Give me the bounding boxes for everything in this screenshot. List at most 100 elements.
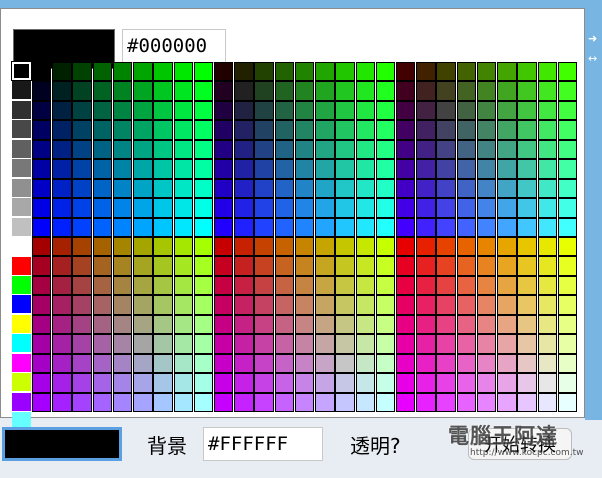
color-swatch[interactable] <box>193 120 214 140</box>
color-swatch[interactable] <box>234 120 254 140</box>
color-swatch[interactable] <box>557 81 578 101</box>
color-swatch[interactable] <box>315 139 335 160</box>
color-swatch[interactable] <box>133 159 153 179</box>
color-swatch[interactable] <box>32 314 52 335</box>
color-swatch[interactable] <box>112 334 133 354</box>
color-swatch[interactable] <box>72 392 92 412</box>
color-swatch[interactable] <box>254 120 274 140</box>
color-swatch[interactable] <box>274 353 295 374</box>
color-swatch[interactable] <box>112 295 133 315</box>
color-swatch[interactable] <box>32 100 52 121</box>
color-swatch[interactable] <box>112 237 133 257</box>
color-swatch[interactable] <box>92 237 113 257</box>
color-swatch[interactable] <box>315 237 335 257</box>
color-swatch[interactable] <box>537 62 557 82</box>
color-swatch[interactable] <box>52 217 72 237</box>
color-swatch[interactable] <box>214 295 234 315</box>
color-swatch[interactable] <box>396 353 416 374</box>
color-swatch[interactable] <box>254 275 274 296</box>
color-swatch[interactable] <box>112 198 133 218</box>
color-swatch[interactable] <box>52 314 72 335</box>
color-swatch[interactable] <box>214 81 234 101</box>
color-swatch[interactable] <box>52 198 72 218</box>
color-swatch[interactable] <box>274 256 295 276</box>
color-swatch[interactable] <box>92 353 113 374</box>
color-swatch[interactable] <box>456 373 477 393</box>
color-swatch[interactable] <box>537 120 557 140</box>
color-swatch[interactable] <box>476 120 497 140</box>
color-swatch[interactable] <box>173 159 193 179</box>
color-swatch[interactable] <box>72 237 92 257</box>
color-swatch[interactable] <box>416 198 436 218</box>
color-swatch[interactable] <box>254 373 274 393</box>
color-swatch[interactable] <box>476 139 497 160</box>
color-swatch[interactable] <box>375 392 396 412</box>
color-swatch[interactable] <box>133 139 153 160</box>
color-swatch[interactable] <box>112 392 133 412</box>
color-swatch[interactable] <box>315 314 335 335</box>
color-swatch[interactable] <box>214 198 234 218</box>
color-swatch[interactable] <box>92 275 113 296</box>
preset-color-swatch[interactable] <box>12 295 31 314</box>
color-swatch[interactable] <box>355 314 375 335</box>
color-swatch[interactable] <box>274 62 295 82</box>
color-swatch[interactable] <box>193 159 214 179</box>
color-swatch[interactable] <box>234 217 254 237</box>
color-swatch[interactable] <box>153 100 173 121</box>
color-swatch[interactable] <box>557 198 578 218</box>
color-swatch[interactable] <box>153 256 173 276</box>
color-swatch[interactable] <box>416 178 436 199</box>
color-swatch[interactable] <box>335 392 355 412</box>
color-swatch[interactable] <box>133 353 153 374</box>
color-swatch[interactable] <box>274 392 295 412</box>
color-swatch[interactable] <box>396 100 416 121</box>
color-swatch[interactable] <box>557 275 578 296</box>
color-swatch[interactable] <box>497 62 517 82</box>
color-swatch[interactable] <box>396 217 416 237</box>
color-swatch[interactable] <box>193 314 214 335</box>
color-swatch[interactable] <box>72 198 92 218</box>
color-swatch[interactable] <box>214 334 234 354</box>
color-swatch[interactable] <box>355 373 375 393</box>
color-swatch[interactable] <box>294 334 315 354</box>
color-swatch[interactable] <box>234 256 254 276</box>
color-swatch[interactable] <box>396 314 416 335</box>
color-swatch[interactable] <box>375 139 396 160</box>
color-swatch[interactable] <box>355 139 375 160</box>
color-swatch[interactable] <box>294 120 315 140</box>
color-swatch[interactable] <box>436 275 456 296</box>
color-swatch[interactable] <box>537 139 557 160</box>
color-swatch[interactable] <box>32 373 52 393</box>
color-swatch[interactable] <box>436 392 456 412</box>
color-swatch[interactable] <box>416 353 436 374</box>
color-swatch[interactable] <box>173 217 193 237</box>
color-swatch[interactable] <box>396 81 416 101</box>
color-swatch[interactable] <box>557 217 578 237</box>
color-swatch[interactable] <box>456 178 477 199</box>
color-swatch[interactable] <box>133 295 153 315</box>
color-swatch[interactable] <box>416 62 436 82</box>
color-swatch[interactable] <box>52 353 72 374</box>
color-swatch[interactable] <box>416 275 436 296</box>
color-swatch[interactable] <box>52 139 72 160</box>
color-swatch[interactable] <box>92 62 113 82</box>
color-swatch[interactable] <box>476 392 497 412</box>
color-swatch[interactable] <box>72 159 92 179</box>
color-swatch[interactable] <box>32 159 52 179</box>
color-swatch[interactable] <box>274 373 295 393</box>
color-swatch[interactable] <box>476 275 497 296</box>
color-swatch[interactable] <box>173 392 193 412</box>
color-swatch[interactable] <box>254 256 274 276</box>
color-swatch[interactable] <box>254 159 274 179</box>
color-swatch[interactable] <box>254 81 274 101</box>
color-swatch[interactable] <box>234 295 254 315</box>
color-swatch[interactable] <box>375 100 396 121</box>
color-swatch[interactable] <box>375 275 396 296</box>
color-swatch[interactable] <box>193 198 214 218</box>
color-swatch[interactable] <box>92 120 113 140</box>
color-swatch[interactable] <box>375 256 396 276</box>
color-swatch[interactable] <box>436 62 456 82</box>
color-swatch[interactable] <box>476 334 497 354</box>
color-swatch[interactable] <box>557 256 578 276</box>
color-swatch[interactable] <box>193 237 214 257</box>
